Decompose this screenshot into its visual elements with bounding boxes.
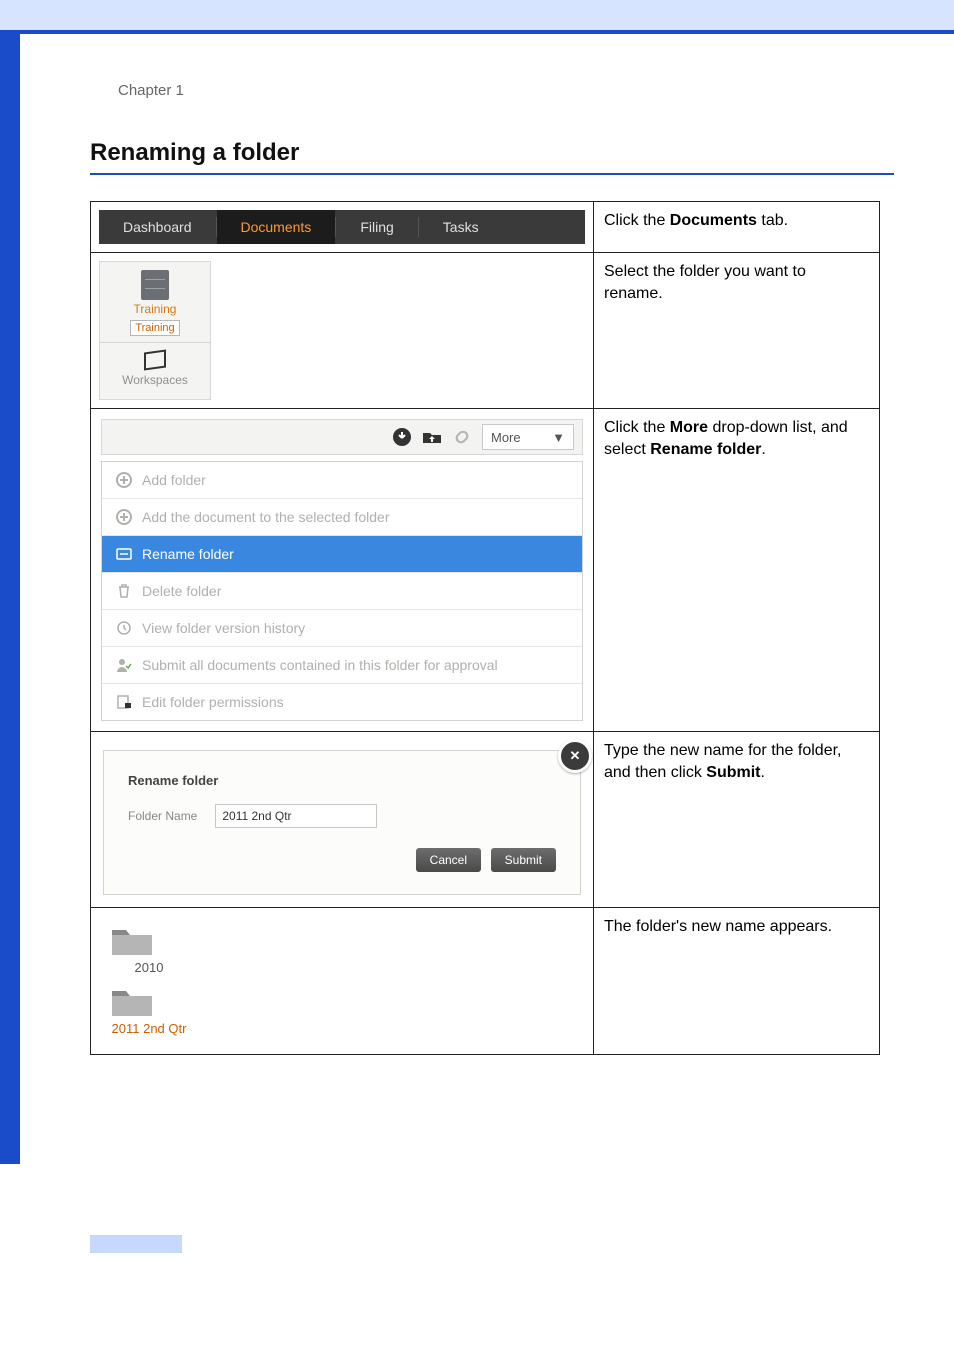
submit-button[interactable]: Submit	[491, 848, 556, 872]
selected-folder-label[interactable]: Training	[130, 320, 179, 336]
step1-text: Click the Documents tab.	[604, 212, 788, 229]
tab-dashboard[interactable]: Dashboard	[99, 210, 216, 244]
plus-circle-icon	[116, 472, 132, 488]
page-number: 12	[120, 1235, 894, 1251]
more-dropdown[interactable]: More ▼	[482, 424, 574, 450]
menu-delete-folder[interactable]: Delete folder	[102, 573, 582, 610]
step-text: Click the Documents tab.	[594, 202, 880, 253]
page-number-bar	[90, 1235, 182, 1253]
page-title: Renaming a folder	[90, 139, 894, 175]
dialog-title: Rename folder	[128, 773, 564, 788]
folder-icon	[109, 983, 155, 1019]
step4-text: Type the new name for the folder, and th…	[594, 732, 880, 908]
rename-icon	[116, 546, 132, 562]
step2-text: Select the folder you want to rename.	[594, 253, 880, 409]
link-icon[interactable]	[452, 427, 472, 447]
page-left-rail	[0, 34, 20, 1164]
page-top-border	[0, 0, 954, 34]
step5-text: The folder's new name appears.	[594, 908, 880, 1055]
chapter-label: Chapter 1	[118, 82, 894, 99]
tab-documents[interactable]: Documents	[217, 210, 336, 244]
menu-version-history[interactable]: View folder version history	[102, 610, 582, 647]
nav-tabs: Dashboard Documents Filing Tasks	[99, 210, 585, 244]
folder-name-input[interactable]	[215, 804, 377, 828]
folder-item[interactable]: 2010	[109, 922, 189, 975]
menu-edit-permissions[interactable]: Edit folder permissions	[102, 684, 582, 720]
folder-name-label: Folder Name	[128, 809, 197, 823]
clock-icon	[116, 620, 132, 636]
step3-text: Click the More drop-down list, and selec…	[594, 409, 880, 732]
cabinet-label[interactable]: Training	[108, 302, 202, 316]
rename-dialog: ✕ Rename folder Folder Name Cancel Submi…	[103, 750, 581, 895]
menu-add-document[interactable]: Add the document to the selected folder	[102, 499, 582, 536]
close-icon[interactable]: ✕	[558, 739, 592, 773]
workspaces-icon	[141, 349, 169, 371]
folder-item[interactable]: 2011 2nd Qtr	[109, 983, 189, 1036]
instructions-table: Dashboard Documents Filing Tasks Click t…	[90, 201, 880, 1055]
more-label: More	[491, 430, 521, 445]
download-icon[interactable]	[392, 427, 412, 447]
cabinet-icon	[141, 270, 169, 300]
plus-circle-icon	[116, 509, 132, 525]
folder-label: 2011 2nd Qtr	[109, 1021, 189, 1036]
folder-tree: Training Training Workspaces	[99, 261, 211, 400]
tree-separator	[100, 342, 210, 343]
person-check-icon	[116, 657, 132, 673]
trash-icon	[116, 583, 132, 599]
menu-rename-folder[interactable]: Rename folder	[102, 536, 582, 573]
menu-add-folder[interactable]: Add folder	[102, 462, 582, 499]
workspaces-label[interactable]: Workspaces	[108, 373, 202, 387]
tab-tasks[interactable]: Tasks	[419, 210, 503, 244]
lock-page-icon	[116, 694, 132, 710]
more-menu: Add folder Add the document to the selec…	[101, 461, 583, 721]
folder-icon	[109, 922, 155, 958]
chevron-down-icon: ▼	[552, 430, 565, 445]
toolbar: More ▼	[101, 419, 583, 455]
tab-filing[interactable]: Filing	[336, 210, 417, 244]
menu-submit-approval[interactable]: Submit all documents contained in this f…	[102, 647, 582, 684]
cancel-button[interactable]: Cancel	[416, 848, 481, 872]
upload-folder-icon[interactable]	[422, 427, 442, 447]
folder-label: 2010	[109, 960, 189, 975]
